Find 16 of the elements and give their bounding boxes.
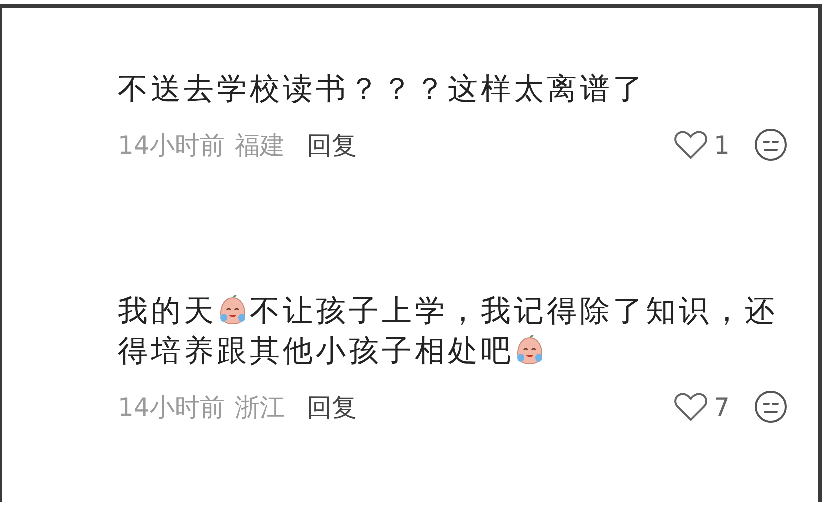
comment-text: 我的天	[118, 294, 217, 329]
comment-time: 14小时前	[118, 392, 225, 424]
heart-icon[interactable]	[674, 130, 708, 160]
reply-link[interactable]: 回复	[306, 390, 357, 424]
reply-link[interactable]: 回复	[306, 128, 357, 162]
comment-time: 14小时前	[118, 130, 225, 162]
heart-icon[interactable]	[674, 392, 708, 422]
comment-text: 不送去学校读书？？？这样太离谱了	[118, 72, 646, 107]
like-count: 1	[714, 130, 731, 160]
comment-location: 浙江	[234, 392, 285, 424]
neutral-face-icon[interactable]	[754, 390, 788, 424]
comment-text: 得培养跟其他小孩子相处吧	[118, 334, 514, 369]
like-count: 7	[714, 392, 731, 422]
comment-text: 不让孩子上学，我记得除了知识，还	[250, 294, 778, 329]
neutral-face-icon[interactable]	[754, 128, 788, 162]
comment-location: 福建	[234, 130, 285, 162]
